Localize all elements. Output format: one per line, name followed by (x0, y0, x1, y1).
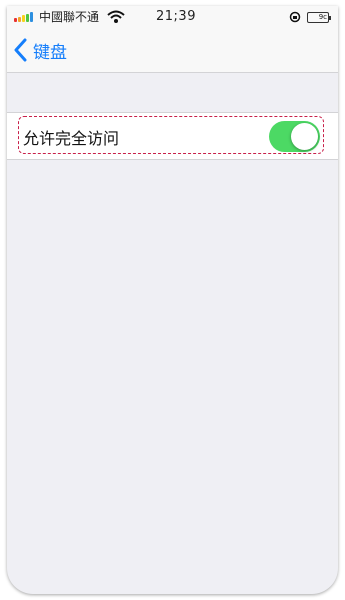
battery-level: 9c (318, 13, 327, 21)
full-access-label: 允许完全访问 (23, 129, 120, 148)
status-bar: 中國聯不通 21;39 9c (7, 6, 338, 28)
back-button[interactable]: 键盘 (13, 34, 67, 66)
settings-group: 允许完全访问 (7, 112, 338, 160)
full-access-toggle[interactable] (269, 121, 320, 152)
phone-screen: 中國聯不通 21;39 9c 键盘 允许完全访问 (7, 6, 338, 594)
wifi-icon (107, 10, 125, 23)
toggle-knob (291, 123, 318, 150)
navigation-bar: 键盘 (7, 28, 338, 72)
signal-strength-icon (14, 12, 38, 22)
chevron-left-icon (14, 38, 27, 62)
rotation-lock-icon (289, 11, 301, 23)
header: 中國聯不通 21;39 9c 键盘 (7, 6, 338, 73)
battery-icon: 9c (307, 12, 331, 23)
back-label: 键盘 (33, 42, 67, 63)
carrier-name: 中國聯不通 (39, 10, 100, 24)
clock-time: 21;39 (156, 9, 196, 24)
